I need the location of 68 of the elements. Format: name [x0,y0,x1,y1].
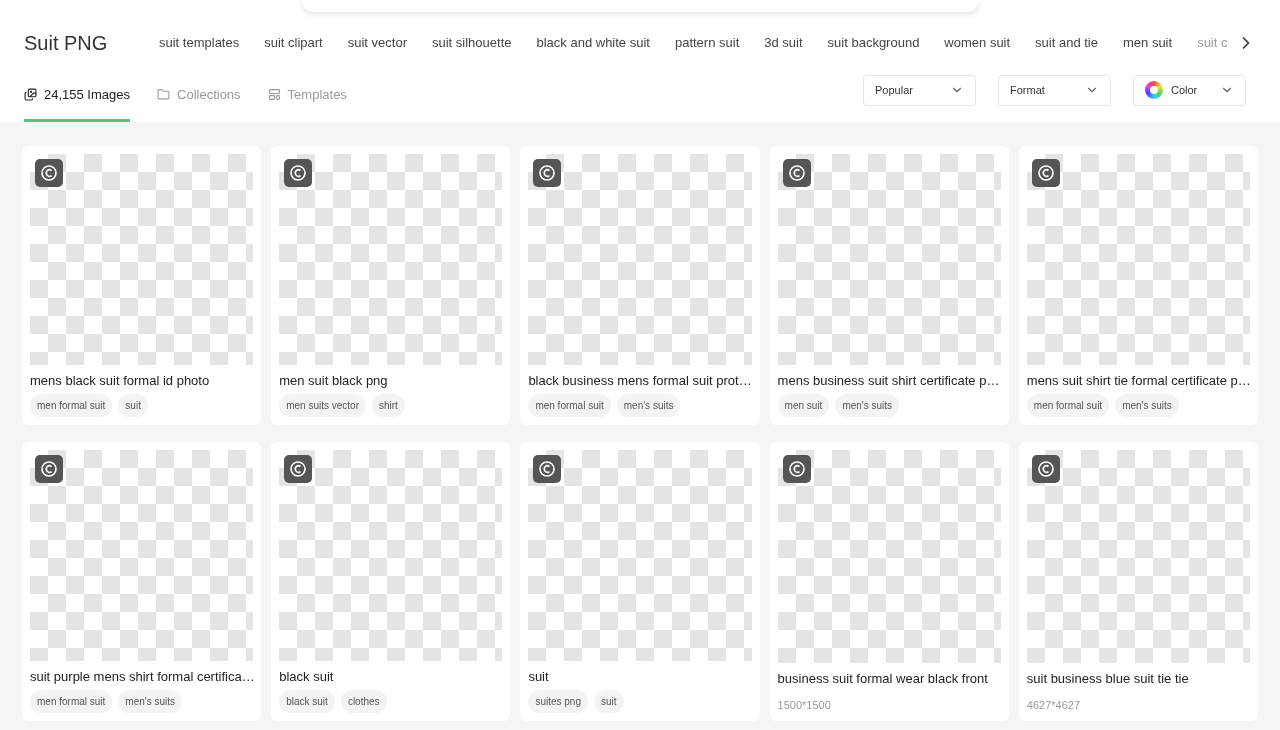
tab-icon [24,88,37,101]
image-card[interactable]: mens suit shirt tie formal certificate p… men formal suit men's suits [1018,146,1258,425]
image-dimensions: 4627*4627 [1026,697,1082,713]
image-card[interactable]: business suit formal wear black front 1500*1500 [769,442,1009,721]
tag-chip[interactable]: men formal suit [30,394,113,417]
image-card[interactable]: suit suites png suit [520,442,760,721]
image-card[interactable]: black suit black suit clothes [271,442,511,721]
filter-dropdown[interactable]: Color [1133,74,1246,106]
tag-chip[interactable]: suit [594,690,624,713]
image-title[interactable]: mens black suit formal id photo [30,370,254,390]
filter-dropdown[interactable]: Format [998,74,1111,106]
copyright-icon [533,455,562,483]
related-search-link[interactable]: black and white suit [536,33,650,53]
related-search-link[interactable]: women suit [944,33,1011,53]
color-wheel-icon [1145,81,1163,99]
copyright-icon [35,455,63,483]
related-search-link[interactable]: pattern suit [674,33,740,53]
tag-chip[interactable]: men's suits [835,394,900,417]
tag-chip[interactable]: men's suits [1115,394,1179,417]
related-search-link[interactable]: suit and tie [1035,33,1098,53]
related-search-link[interactable]: 3d suit [764,33,803,53]
copyright-icon [284,455,313,483]
tag-chip[interactable]: men suit [777,394,830,417]
tag-chip[interactable]: men's suits [118,690,183,713]
image-dimensions: 1500*1500 [777,697,832,713]
image-card[interactable]: men suit black png men suits vector shirt [271,146,511,425]
image-card[interactable]: mens business suit shirt certificate p… men suit men's suits [769,146,1009,425]
image-card[interactable]: suit business blue suit tie tie 4627*4627 [1018,442,1258,721]
image-title[interactable]: black suit [279,666,503,686]
image-title[interactable]: business suit formal wear black front [777,669,1001,689]
tag-chip[interactable]: men formal suit [528,394,611,417]
related-search-link[interactable]: suit clipart [264,33,323,53]
page-title: Suit PNG [24,31,109,56]
related-search-link[interactable]: suit templates [159,33,240,53]
filter-dropdown[interactable]: Popular [863,74,976,106]
image-title[interactable]: mens suit shirt tie formal certificate p… [1026,370,1250,390]
copyright-icon [284,159,313,187]
image-title[interactable]: suit purple mens shirt formal certifica… [30,666,254,686]
copyright-icon [782,159,811,187]
image-card[interactable]: black business mens formal suit prot… men formal suit men's suits [520,146,760,425]
tag-chip[interactable]: men formal suit [30,690,113,713]
image-card[interactable]: suit purple mens shirt formal certifica… men formal suit men's suits [22,442,262,721]
tag-chip[interactable]: men suits vector [279,394,366,417]
copyright-icon [782,455,811,483]
tag-chip[interactable]: suites png [528,690,588,713]
copyright-icon [1031,455,1060,483]
tag-chip[interactable]: shirt [372,394,405,417]
image-title[interactable]: black business mens formal suit prot… [528,370,752,390]
tag-chip[interactable]: men's suits [616,394,681,417]
copyright-icon [35,159,63,187]
image-card[interactable]: mens black suit formal id photo men formal suit suit [22,146,262,425]
related-search-link[interactable]: suit silhouette [432,33,512,53]
tag-chip[interactable]: clothes [340,690,387,713]
image-title[interactable]: men suit black png [279,370,503,390]
copyright-icon [1031,159,1060,187]
tag-chip[interactable]: suit [118,394,148,417]
tag-chip[interactable]: men formal suit [1026,394,1110,417]
tab-icon [157,88,170,101]
image-title[interactable]: mens business suit shirt certificate p… [777,370,1001,390]
tag-chip[interactable]: black suit [279,690,335,713]
related-search-link[interactable]: men suit [1123,33,1173,53]
related-search-link[interactable]: suit background [827,33,920,53]
tab[interactable]: 24,155 Images [24,70,130,122]
image-title[interactable]: suit [528,666,752,686]
image-title[interactable]: suit business blue suit tie tie [1026,669,1250,689]
copyright-icon [533,159,562,187]
tab-icon [267,88,281,101]
related-search-link[interactable]: suit vector [347,33,407,53]
